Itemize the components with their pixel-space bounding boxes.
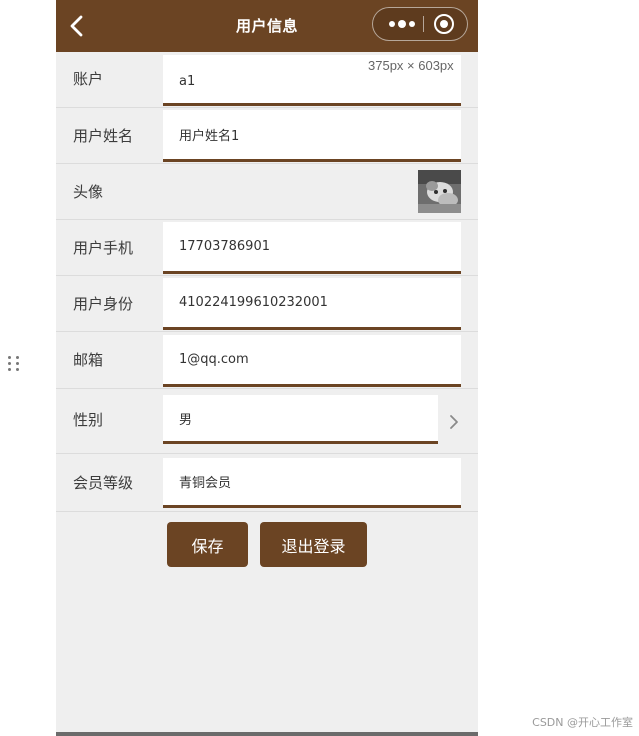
record-circle-icon (434, 14, 454, 34)
close-miniprogram-button[interactable] (433, 13, 455, 35)
gender-select[interactable]: 男 (163, 395, 438, 444)
avatar-photo-icon (418, 170, 461, 213)
phone-bottom-edge (56, 732, 478, 736)
form-row-email: 邮箱 1@qq.com (56, 332, 478, 389)
gender-picker-button[interactable] (446, 412, 462, 432)
form-row-idcard: 用户身份 410224199610232001 (56, 276, 478, 332)
chevron-right-icon (450, 415, 458, 429)
member-level-label: 会员等级 (73, 474, 134, 492)
save-button[interactable]: 保存 (167, 522, 248, 567)
phone-input[interactable]: 17703786901 (163, 222, 461, 274)
drag-handle-icon[interactable] (8, 356, 20, 376)
form-row-avatar: 头像 (56, 164, 478, 220)
navbar: 用户信息 (56, 0, 478, 52)
more-dots-icon (389, 20, 415, 28)
form-row-phone: 用户手机 17703786901 (56, 220, 478, 276)
logout-button[interactable]: 退出登录 (260, 522, 367, 567)
idcard-input[interactable]: 410224199610232001 (163, 278, 461, 330)
phone-label: 用户手机 (73, 239, 134, 257)
size-hint: 375px × 603px (368, 58, 454, 73)
email-label: 邮箱 (73, 351, 104, 369)
gender-label: 性别 (73, 411, 104, 429)
idcard-label: 用户身份 (73, 295, 134, 313)
phone-screen: 用户信息 375px × 603px 账户 a1 用户姓名 用户姓名1 头像 用… (56, 0, 478, 736)
username-label: 用户姓名 (73, 127, 134, 145)
email-input[interactable]: 1@qq.com (163, 335, 461, 387)
form-row-username: 用户姓名 用户姓名1 (56, 108, 478, 164)
capsule-divider (423, 16, 424, 32)
form-row-gender: 性别 男 (56, 389, 478, 454)
capsule-menu (372, 7, 468, 41)
form-row-member-level: 会员等级 青铜会员 (56, 454, 478, 512)
account-label: 账户 (73, 70, 104, 88)
watermark: CSDN @开心工作室 (532, 716, 633, 729)
member-level-input[interactable]: 青铜会员 (163, 458, 461, 508)
avatar-label: 头像 (73, 183, 104, 201)
avatar-image[interactable] (418, 170, 461, 213)
more-button[interactable] (383, 8, 423, 40)
username-input[interactable]: 用户姓名1 (163, 110, 461, 162)
